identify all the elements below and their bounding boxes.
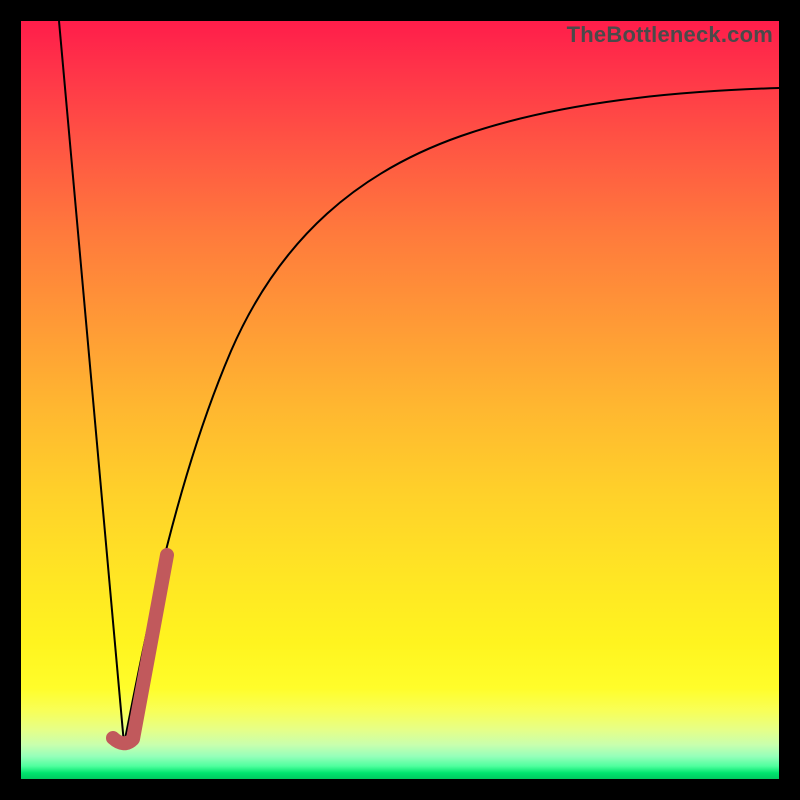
bottleneck-curve-right xyxy=(124,88,779,744)
bottleneck-curve-left xyxy=(59,21,124,744)
plot-area: TheBottleneck.com xyxy=(21,21,779,779)
chart-overlay xyxy=(21,21,779,779)
